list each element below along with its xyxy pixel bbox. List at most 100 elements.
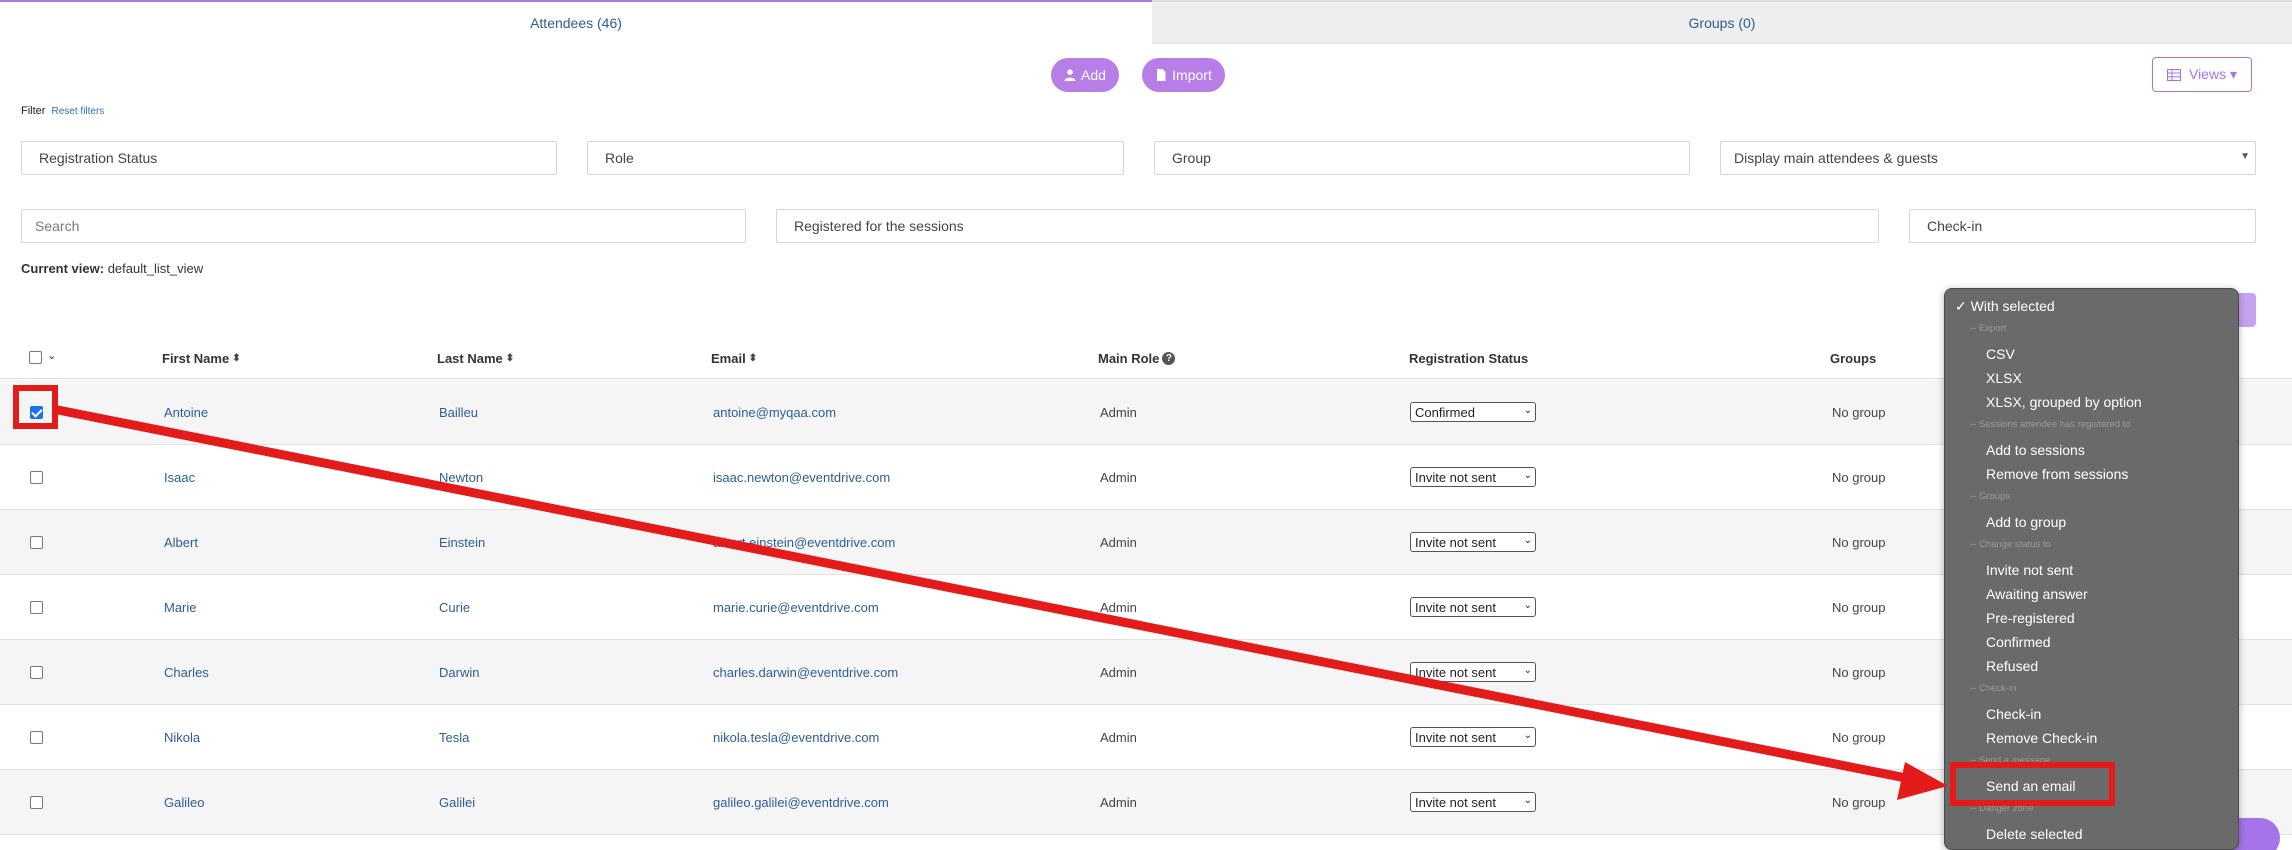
registration-status-value: Invite not sent bbox=[1415, 534, 1496, 550]
display-attendees-select[interactable]: Display main attendees & guests ▼ bbox=[1720, 141, 2256, 175]
last-name-link[interactable]: Bailleu bbox=[439, 405, 478, 420]
views-button[interactable]: Views ▾ bbox=[2152, 57, 2252, 92]
last-name-link[interactable]: Darwin bbox=[439, 665, 479, 680]
last-name-link[interactable]: Galilei bbox=[439, 795, 475, 810]
sort-icon: ⬍ bbox=[748, 353, 758, 364]
registration-status-select[interactable]: Invite not sent ⌄ bbox=[1410, 532, 1536, 552]
registration-status-value: Invite not sent bbox=[1415, 664, 1496, 680]
header-groups: Groups bbox=[1830, 351, 1877, 366]
attendees-page: Attendees (46) Groups (0) Add Import Vie… bbox=[0, 0, 2292, 850]
user-icon bbox=[1064, 69, 1076, 81]
groups-value: No group bbox=[1832, 470, 1886, 485]
reset-filters-link[interactable]: Reset filters bbox=[52, 106, 105, 117]
registration-status-select[interactable]: Confirmed ⌄ bbox=[1410, 402, 1536, 422]
email-link[interactable]: charles.darwin@eventdrive.com bbox=[713, 665, 898, 680]
menu-item-pre-registered[interactable]: Pre-registered bbox=[1986, 610, 2075, 626]
registration-status-value: Invite not sent bbox=[1415, 469, 1496, 485]
tab-attendees[interactable]: Attendees (46) bbox=[0, 0, 1152, 44]
first-name-link[interactable]: Charles bbox=[164, 665, 209, 680]
header-last-name[interactable]: Last Name ⬍ bbox=[437, 351, 514, 366]
menu-item-checkin[interactable]: Check-in bbox=[1986, 706, 2041, 722]
menu-item-xlsx-grouped[interactable]: XLSX, grouped by option bbox=[1986, 394, 2142, 410]
email-link[interactable]: galileo.galilei@eventdrive.com bbox=[713, 795, 889, 810]
row-checkbox[interactable] bbox=[30, 796, 43, 809]
chevron-down-icon: ▼ bbox=[2240, 151, 2250, 162]
sessions-filter[interactable]: Registered for the sessions bbox=[776, 209, 1879, 243]
import-button-label: Import bbox=[1172, 67, 1212, 83]
select-all-checkbox[interactable] bbox=[29, 351, 42, 364]
email-link[interactable]: isaac.newton@eventdrive.com bbox=[713, 470, 890, 485]
current-view-value: default_list_view bbox=[107, 261, 204, 276]
add-button[interactable]: Add bbox=[1051, 58, 1119, 92]
main-role-value: Admin bbox=[1100, 600, 1137, 615]
menu-item-invite-not-sent[interactable]: Invite not sent bbox=[1986, 562, 2073, 578]
header-main-role: Main Role? bbox=[1098, 351, 1176, 366]
help-icon[interactable]: ? bbox=[1162, 352, 1176, 365]
menu-item-delete-selected[interactable]: Delete selected bbox=[1986, 826, 2083, 842]
current-view-label: Current view: bbox=[21, 261, 105, 276]
role-filter[interactable]: Role bbox=[587, 141, 1124, 175]
menu-with-selected[interactable]: ✓ With selected bbox=[1955, 298, 2055, 315]
groups-value: No group bbox=[1832, 405, 1886, 420]
registration-status-select[interactable]: Invite not sent ⌄ bbox=[1410, 662, 1536, 682]
checkin-filter[interactable]: Check-in bbox=[1909, 209, 2256, 243]
menu-item-remove-sessions[interactable]: Remove from sessions bbox=[1986, 466, 2128, 482]
menu-item-add-sessions[interactable]: Add to sessions bbox=[1986, 442, 2085, 458]
row-checkbox[interactable] bbox=[30, 536, 43, 549]
menu-item-confirmed[interactable]: Confirmed bbox=[1986, 634, 2051, 650]
current-view: Current view: default_list_view bbox=[21, 261, 203, 276]
import-button[interactable]: Import bbox=[1142, 58, 1225, 92]
row-checkbox[interactable] bbox=[30, 471, 43, 484]
menu-item-awaiting-answer[interactable]: Awaiting answer bbox=[1986, 586, 2088, 602]
first-name-link[interactable]: Nikola bbox=[164, 730, 200, 745]
group-filter[interactable]: Group bbox=[1154, 141, 1690, 175]
email-link[interactable]: antoine@myqaa.com bbox=[713, 405, 836, 420]
first-name-link[interactable]: Marie bbox=[164, 600, 197, 615]
registration-status-select[interactable]: Invite not sent ⌄ bbox=[1410, 597, 1536, 617]
last-name-link[interactable]: Newton bbox=[439, 470, 483, 485]
chevron-down-icon: ⌄ bbox=[1523, 470, 1532, 481]
registration-status-value: Invite not sent bbox=[1415, 729, 1496, 745]
caret-down-icon: ▾ bbox=[2229, 66, 2237, 82]
first-name-link[interactable]: Isaac bbox=[164, 470, 195, 485]
chevron-down-icon: ⌄ bbox=[1523, 730, 1532, 741]
groups-value: No group bbox=[1832, 665, 1886, 680]
annotation-checkbox-highlight bbox=[13, 385, 58, 429]
last-name-link[interactable]: Tesla bbox=[439, 730, 469, 745]
menu-item-csv[interactable]: CSV bbox=[1986, 346, 2015, 362]
last-name-link[interactable]: Curie bbox=[439, 600, 470, 615]
registration-status-select[interactable]: Invite not sent ⌄ bbox=[1410, 467, 1536, 487]
row-checkbox[interactable] bbox=[30, 731, 43, 744]
menu-item-refused[interactable]: Refused bbox=[1986, 658, 2038, 674]
main-role-value: Admin bbox=[1100, 405, 1137, 420]
first-name-link[interactable]: Antoine bbox=[164, 405, 208, 420]
search-input[interactable]: Search bbox=[21, 209, 746, 243]
header-first-name[interactable]: First Name ⬍ bbox=[162, 351, 241, 366]
registration-status-value: Invite not sent bbox=[1415, 794, 1496, 810]
registration-status-select[interactable]: Invite not sent ⌄ bbox=[1410, 792, 1536, 812]
email-link[interactable]: marie.curie@eventdrive.com bbox=[713, 600, 879, 615]
views-button-label: Views ▾ bbox=[2188, 66, 2237, 82]
header-registration-status: Registration Status bbox=[1409, 351, 1529, 366]
chevron-down-icon: ⌄ bbox=[1523, 405, 1532, 416]
groups-value: No group bbox=[1832, 795, 1886, 810]
email-link[interactable]: albert.einstein@eventdrive.com bbox=[713, 535, 895, 550]
first-name-link[interactable]: Albert bbox=[164, 535, 198, 550]
menu-item-remove-checkin[interactable]: Remove Check-in bbox=[1986, 730, 2097, 746]
groups-value: No group bbox=[1832, 535, 1886, 550]
menu-header-sessions: -- Sessions attendee has registered to bbox=[1970, 419, 2131, 430]
header-email[interactable]: Email ⬍ bbox=[711, 351, 757, 366]
tab-bar: Attendees (46) Groups (0) bbox=[0, 0, 2292, 44]
registration-status-select[interactable]: Invite not sent ⌄ bbox=[1410, 727, 1536, 747]
email-link[interactable]: nikola.tesla@eventdrive.com bbox=[713, 730, 879, 745]
menu-item-xlsx[interactable]: XLSX bbox=[1986, 370, 2022, 386]
last-name-link[interactable]: Einstein bbox=[439, 535, 485, 550]
tab-groups[interactable]: Groups (0) bbox=[1152, 0, 2292, 44]
menu-item-add-group[interactable]: Add to group bbox=[1986, 514, 2066, 530]
menu-header-status: -- Change status to bbox=[1970, 539, 2051, 550]
row-checkbox[interactable] bbox=[30, 601, 43, 614]
row-checkbox[interactable] bbox=[30, 666, 43, 679]
first-name-link[interactable]: Galileo bbox=[164, 795, 204, 810]
registration-status-filter[interactable]: Registration Status bbox=[21, 141, 557, 175]
chevron-down-icon[interactable]: ⌄ bbox=[47, 349, 56, 362]
